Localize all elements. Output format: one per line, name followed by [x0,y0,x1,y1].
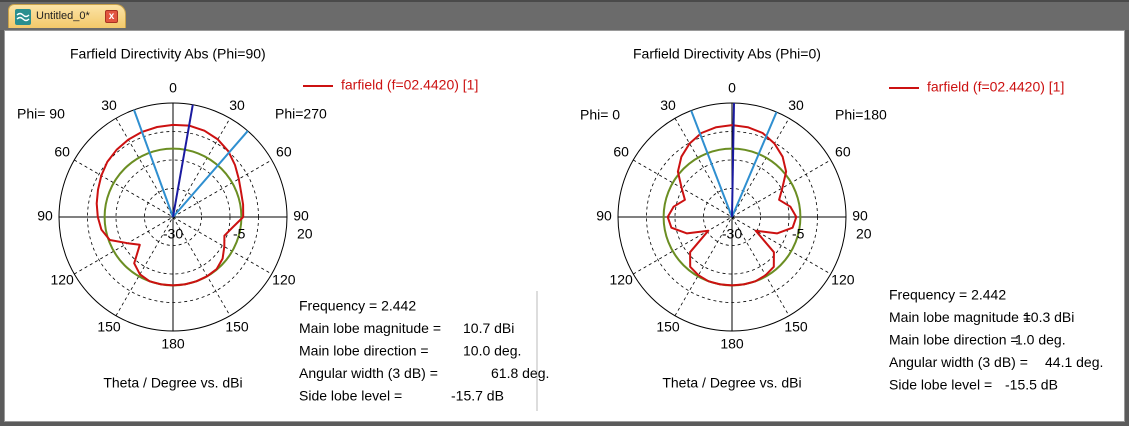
angle-tick-label-right-4: 150 [784,319,808,335]
info-label-3: Angular width (3 dB) = [299,365,438,381]
info-value-3: 44.1 deg. [1045,354,1103,370]
info-value-1: 10.3 dBi [1023,309,1074,325]
radial-tick-label-1: -5 [792,226,805,242]
chart-title: Farfield Directivity Abs (Phi=0) [633,46,821,62]
info-label-2: Main lobe direction = [889,332,1019,348]
plot-area: 0 30 60 90 120 150 180 30 60 90 120 150 -30 -5 20 Farfi… [4,30,1125,422]
angle-tick-label-left-6: 180 [720,336,744,352]
angle-tick-label-left-0: 0 [728,80,736,96]
legend-label: farfield (f=02.4420) [1] [927,79,1064,95]
radial-tick-label-0: -30 [163,226,183,242]
farfield-document-icon [15,9,31,25]
radial-tick-label-1: -5 [233,226,246,242]
phi-left-label: Phi= 0 [580,107,620,123]
angle-tick-label-right-0: 30 [229,97,245,113]
info-value-4: -15.7 dB [451,388,504,404]
angle-tick-label-left-5: 150 [97,319,121,335]
phi-left-label: Phi= 90 [17,106,65,122]
chart-title: Farfield Directivity Abs (Phi=90) [70,46,266,62]
tab-title: Untitled_0* [36,10,90,22]
info-label-1: Main lobe magnitude = [299,320,441,336]
info-value-3: 61.8 deg. [491,365,549,381]
radial-tick-label-2: 20 [856,226,872,242]
info-value-4: -15.5 dB [1005,377,1058,393]
angle-tick-label-left-4: 120 [50,272,74,288]
info-label-2: Main lobe direction = [299,343,429,359]
tab-untitled[interactable]: Untitled_0* x [8,4,126,28]
angle-tick-label-left-3: 90 [596,208,612,224]
angle-tick-label-left-1: 30 [101,97,117,113]
radial-tick-label-0: -30 [722,226,742,242]
angle-tick-label-right-3: 120 [272,272,296,288]
legend-label: farfield (f=02.4420) [1] [341,77,478,93]
info-value-2: 10.0 deg. [463,343,521,359]
angle-tick-label-right-2: 90 [293,208,309,224]
angle-tick-label-left-6: 180 [161,336,185,352]
info-value-2: 1.0 deg. [1015,332,1066,348]
radial-tick-label-2: 20 [297,226,313,242]
info-value-1: 10.7 dBi [463,320,514,336]
info-label-0: Frequency = 2.442 [889,287,1006,303]
angle-tick-label-right-3: 120 [831,272,855,288]
angle-tick-label-right-1: 60 [835,144,851,160]
info-label-0: Frequency = 2.442 [299,298,416,314]
angle-tick-label-left-2: 60 [613,144,629,160]
close-icon[interactable]: x [105,10,118,23]
angle-tick-label-right-0: 30 [788,97,804,113]
angle-tick-label-left-3: 90 [37,208,53,224]
angle-tick-label-left-5: 150 [656,319,680,335]
phi-right-label: Phi=180 [835,107,887,123]
farfield-plots: 0 30 60 90 120 150 180 30 60 90 120 150 -30 -5 20 Farfi… [17,46,1103,411]
angle-tick-label-left-2: 60 [54,144,70,160]
info-label-1: Main lobe magnitude = [889,309,1031,325]
angle-tick-label-left-1: 30 [660,97,676,113]
angle-tick-label-right-4: 150 [225,319,249,335]
angle-tick-label-right-1: 60 [276,144,292,160]
info-label-4: Side lobe level = [299,388,402,404]
angle-tick-label-left-0: 0 [169,80,177,96]
angle-tick-label-left-4: 120 [609,272,633,288]
beamwidth-edge-line-2 [731,111,778,218]
tab-bar-top-strip [0,0,1129,2]
info-label-3: Angular width (3 dB) = [889,354,1028,370]
phi-right-label: Phi=270 [275,106,327,122]
info-label-4: Side lobe level = [889,377,992,393]
tab-bar: Untitled_0* x [0,0,1129,30]
x-axis-label: Theta / Degree vs. dBi [662,375,801,391]
x-axis-label: Theta / Degree vs. dBi [103,375,242,391]
angle-tick-label-right-2: 90 [852,208,868,224]
